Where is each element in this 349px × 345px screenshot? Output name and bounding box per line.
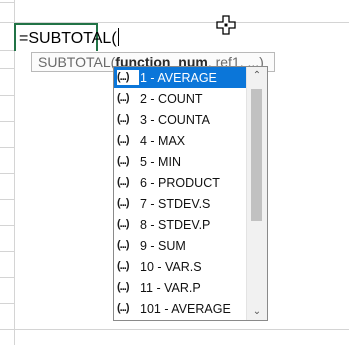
autocomplete-item[interactable]: (...) 2 - COUNT bbox=[114, 88, 246, 109]
scroll-up-button[interactable]: ⌃ bbox=[247, 67, 267, 84]
scroll-thumb[interactable] bbox=[251, 89, 262, 221]
autocomplete-item-label: 8 - STDEV.P bbox=[140, 217, 211, 232]
autocomplete-items: (...) 1 - AVERAGE (...) 2 - COUNT (...) 3 - C… bbox=[114, 67, 246, 319]
autocomplete-item-label: 7 - STDEV.S bbox=[140, 196, 211, 211]
function-num-autocomplete-list[interactable]: (...) 1 - AVERAGE (...) 2 - COUNT (...) 3 - C… bbox=[113, 66, 268, 321]
argument-value-icon: (...) bbox=[117, 196, 139, 211]
argument-value-icon: (...) bbox=[117, 238, 139, 253]
cell-formula-text[interactable]: =SUBTOTAL( bbox=[19, 28, 119, 49]
mouse-cursor-icon bbox=[216, 15, 236, 35]
autocomplete-item[interactable]: (...) 5 - MIN bbox=[114, 151, 246, 172]
autocomplete-item[interactable]: (...) 8 - STDEV.P bbox=[114, 214, 246, 235]
argument-value-icon: (...) bbox=[117, 70, 139, 85]
autocomplete-item[interactable]: (...) 10 - VAR.S bbox=[114, 256, 246, 277]
autocomplete-item[interactable]: (...) 7 - STDEV.S bbox=[114, 193, 246, 214]
autocomplete-item-label: 3 - COUNTA bbox=[140, 112, 210, 127]
argument-value-icon: (...) bbox=[117, 175, 139, 190]
argument-value-icon: (...) bbox=[117, 217, 139, 232]
argument-value-icon: (...) bbox=[117, 259, 139, 274]
chevron-up-icon: ⌃ bbox=[252, 70, 262, 81]
autocomplete-item[interactable]: (...) 9 - SUM bbox=[114, 235, 246, 256]
autocomplete-item-label: 5 - MIN bbox=[140, 154, 181, 169]
autocomplete-item-label: 101 - AVERAGE bbox=[140, 301, 231, 316]
autocomplete-item[interactable]: (...) 3 - COUNTA bbox=[114, 109, 246, 130]
chevron-down-icon: ⌄ bbox=[252, 306, 262, 317]
autocomplete-item-label: 9 - SUM bbox=[140, 238, 186, 253]
autocomplete-item-label: 11 - VAR.P bbox=[140, 280, 201, 295]
scroll-down-button[interactable]: ⌄ bbox=[247, 303, 267, 320]
formula-text: =SUBTOTAL( bbox=[19, 30, 117, 47]
argument-value-icon: (...) bbox=[117, 154, 139, 169]
argument-value-icon: (...) bbox=[117, 280, 139, 295]
autocomplete-item[interactable]: (...) 6 - PRODUCT bbox=[114, 172, 246, 193]
autocomplete-item-label: 1 - AVERAGE bbox=[140, 70, 217, 85]
argument-value-icon: (...) bbox=[117, 301, 139, 316]
autocomplete-item[interactable]: (...) 101 - AVERAGE bbox=[114, 298, 246, 319]
autocomplete-item[interactable]: (...) 4 - MAX bbox=[114, 130, 246, 151]
autocomplete-item-label: 2 - COUNT bbox=[140, 91, 203, 106]
autocomplete-item[interactable]: (...) 11 - VAR.P bbox=[114, 277, 246, 298]
autocomplete-item-label: 6 - PRODUCT bbox=[140, 175, 220, 190]
tooltip-function-name[interactable]: SUBTOTAL( bbox=[38, 54, 115, 70]
autocomplete-item[interactable]: (...) 1 - AVERAGE bbox=[114, 67, 246, 88]
autocomplete-item-label: 10 - VAR.S bbox=[140, 259, 202, 274]
list-scrollbar[interactable]: ⌃ ⌄ bbox=[246, 67, 267, 320]
text-caret bbox=[117, 28, 119, 46]
argument-value-icon: (...) bbox=[117, 133, 139, 148]
argument-value-icon: (...) bbox=[117, 91, 139, 106]
argument-value-icon: (...) bbox=[117, 112, 139, 127]
autocomplete-item-label: 4 - MAX bbox=[140, 133, 186, 148]
